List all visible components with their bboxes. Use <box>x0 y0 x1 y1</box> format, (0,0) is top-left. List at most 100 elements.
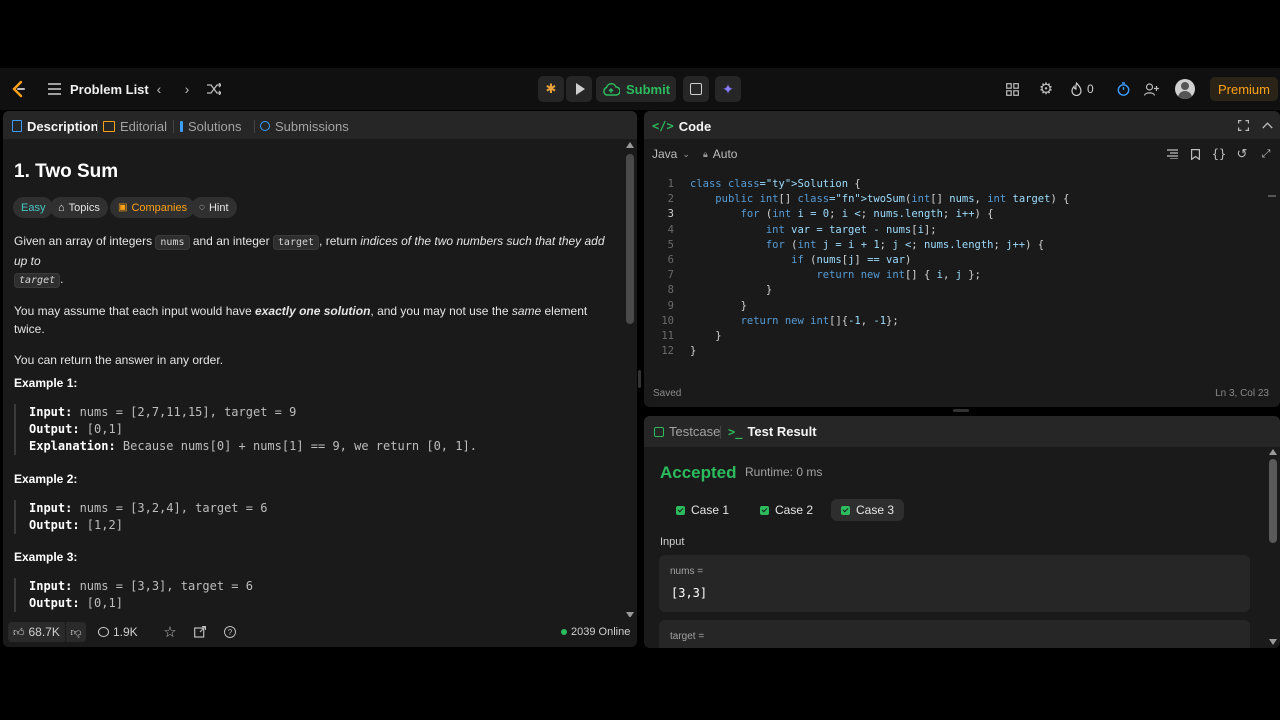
case-1-tab[interactable]: Case 1 <box>666 499 739 521</box>
companies-button[interactable]: ▣ Companies <box>110 197 196 218</box>
line-number: 9 <box>667 299 674 312</box>
horizontal-splitter[interactable] <box>953 409 969 412</box>
braces-icon[interactable]: {} <box>1210 145 1228 163</box>
add-user-icon[interactable] <box>1142 79 1160 99</box>
timer-icon[interactable] <box>1114 79 1132 99</box>
dislike-button[interactable]: 👎︎ <box>66 622 86 642</box>
collapse-icon[interactable] <box>1258 115 1276 135</box>
ai-assist-button[interactable]: ✦ <box>715 76 741 102</box>
tab-description-label: Description <box>27 118 99 134</box>
tab-code[interactable]: </> Code <box>652 111 711 141</box>
code-editor[interactable]: 1 class class="ty">Solution {2 public int… <box>644 171 1268 371</box>
format-icon[interactable] <box>1163 145 1181 163</box>
desc-text: You may assume that each input would hav… <box>14 304 256 318</box>
tab-solutions-label: Solutions <box>188 118 242 134</box>
difficulty-label: Easy <box>21 201 46 214</box>
book-icon <box>103 120 115 132</box>
tab-description[interactable]: Description <box>12 111 99 141</box>
notes-button[interactable] <box>683 76 709 102</box>
case-2-tab[interactable]: Case 2 <box>750 499 823 521</box>
tab-solutions[interactable]: Solutions <box>180 111 241 141</box>
scroll-up-icon[interactable] <box>626 142 634 148</box>
streak-counter[interactable]: 0 <box>1071 79 1094 99</box>
shuffle-icon[interactable] <box>205 79 223 99</box>
leetcode-logo-icon[interactable] <box>9 79 29 99</box>
premium-button[interactable]: Premium <box>1210 77 1278 101</box>
scrollbar-thumb[interactable] <box>626 154 634 324</box>
chevron-down-icon: ⌄ <box>682 148 690 159</box>
gear-icon[interactable]: ⚙ <box>1037 79 1055 99</box>
comments-button[interactable]: 1.9K <box>98 622 138 642</box>
input-value: nums = [2,7,11,15], target = 9 <box>72 405 297 419</box>
case-3-label: Case 3 <box>856 503 895 517</box>
comment-count: 1.9K <box>113 625 138 639</box>
layout-grid-icon[interactable] <box>1003 79 1021 99</box>
language-select[interactable]: Java ⌄ <box>652 146 690 162</box>
bookmark-icon[interactable] <box>1186 145 1204 163</box>
input-value: nums = [3,2,4], target = 6 <box>72 501 268 515</box>
code-line[interactable]: 11 } <box>644 330 1264 345</box>
submit-label: Submit <box>625 81 671 97</box>
code-line[interactable]: 4 int var = target - nums[i]; <box>644 224 1264 239</box>
save-status: Saved <box>653 388 682 399</box>
help-icon[interactable]: ? <box>221 622 239 642</box>
code-line[interactable]: 5 for (int j = i + 1; j <; nums.length; … <box>644 239 1264 254</box>
tab-testcase[interactable]: Testcase <box>654 416 720 447</box>
tab-test-result-label: Test Result <box>747 424 817 439</box>
tab-submissions[interactable]: Submissions <box>260 111 349 141</box>
code-line[interactable]: 2 public int[] class="fn">twoSum(int[] n… <box>644 193 1264 208</box>
problem-list-link[interactable]: Problem List <box>48 79 149 99</box>
line-number: 8 <box>667 284 674 297</box>
code-panel: </> Code Java ⌄ 🔒︎ Auto {} ↺ ⤢ 1 class cl… <box>644 111 1280 407</box>
chevron-left-icon[interactable]: ‹ <box>150 79 168 99</box>
run-button[interactable] <box>566 76 592 102</box>
nums-variable-box: nums = [3,3] <box>659 555 1250 612</box>
language-label: Java <box>652 147 678 161</box>
code-line[interactable]: 12} <box>644 345 1264 360</box>
scroll-down-icon[interactable] <box>1269 639 1277 645</box>
avatar[interactable] <box>1175 79 1195 99</box>
auto-mode-label: Auto <box>712 147 738 161</box>
chevron-right-icon[interactable]: › <box>178 79 196 99</box>
scrollbar-thumb[interactable] <box>1269 459 1277 543</box>
page-title: 1. Two Sum <box>14 161 119 182</box>
code-line[interactable]: 3 for (int i = 0; i <; nums.length; i++)… <box>644 208 1264 223</box>
reset-icon[interactable]: ↺ <box>1233 145 1251 163</box>
fullscreen-icon[interactable] <box>1234 115 1252 135</box>
case-3-tab[interactable]: Case 3 <box>831 499 905 521</box>
cursor-position: Ln 3, Col 23 <box>1215 388 1269 399</box>
lock-icon: 🔒︎ <box>703 148 708 159</box>
auto-mode-toggle[interactable]: 🔒︎ Auto <box>703 146 737 162</box>
verdict-status: Accepted <box>660 463 737 482</box>
line-number: 7 <box>667 269 674 282</box>
desc-text: , and you may not use the <box>370 304 512 318</box>
code-brackets-icon: </> <box>652 119 674 133</box>
submit-button[interactable]: Submit <box>596 76 676 102</box>
star-icon[interactable]: ☆ <box>161 622 179 642</box>
description-scrollbar[interactable] <box>626 142 634 618</box>
expand-icon[interactable]: ⤢ <box>1257 145 1275 163</box>
example-3-title: Example 3: <box>14 550 78 564</box>
tag-icon: ⌂ <box>58 201 65 214</box>
topics-button[interactable]: ⌂ Topics <box>50 197 108 218</box>
code-line[interactable]: 10 return new int[]{-1, -1}; <box>644 315 1264 330</box>
vertical-splitter[interactable] <box>638 370 641 388</box>
document-icon <box>12 120 22 132</box>
tab-editorial[interactable]: Editorial <box>103 111 167 141</box>
code-line[interactable]: 1 class class="ty">Solution { <box>644 178 1264 193</box>
code-text: return new int[]{-1, -1}; <box>740 314 899 327</box>
scroll-up-icon[interactable] <box>1269 449 1277 455</box>
description-paragraph-2: You may assume that each input would hav… <box>14 302 614 338</box>
code-line[interactable]: 6 if (nums[j] == var) <box>644 254 1264 269</box>
debug-button[interactable]: ✱ <box>538 76 564 102</box>
like-button[interactable]: 👍︎ 68.7K <box>8 622 65 642</box>
code-line[interactable]: 7 return new int[] { i, j }; <box>644 269 1264 284</box>
code-line[interactable]: 9 } <box>644 300 1264 315</box>
code-line[interactable]: 8 } <box>644 284 1264 299</box>
editor-scrollbar[interactable] <box>1268 195 1276 197</box>
terminal-icon: >_ <box>728 424 743 439</box>
hint-button[interactable]: ◌ Hint <box>191 197 237 218</box>
share-icon[interactable] <box>191 622 209 642</box>
tab-test-result[interactable]: >_ Test Result <box>728 416 817 447</box>
result-scrollbar[interactable] <box>1269 449 1277 645</box>
